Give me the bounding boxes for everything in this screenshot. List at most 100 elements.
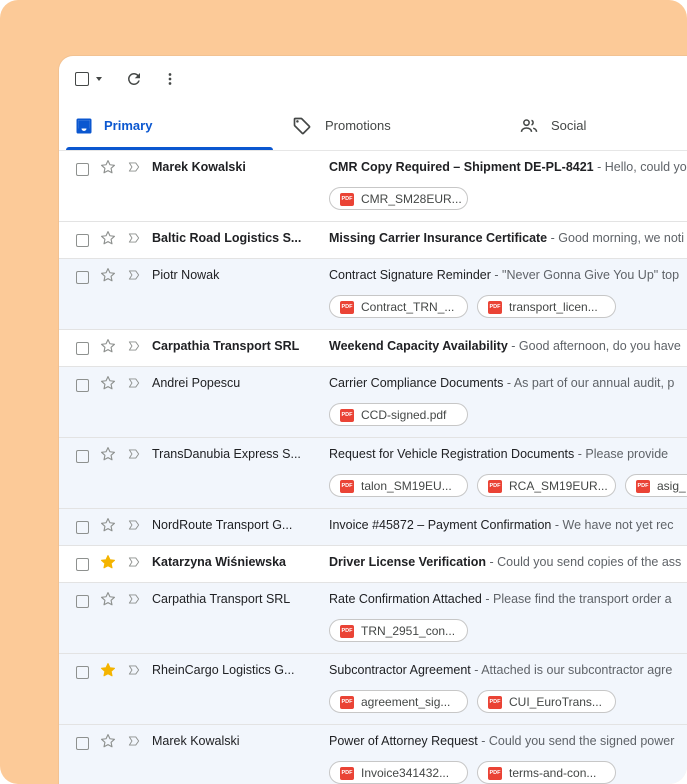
- attachment-chip[interactable]: PDF agreement_sig...: [329, 690, 468, 713]
- attachment-filename: Invoice341432...: [361, 766, 450, 780]
- email-row[interactable]: Marek Kowalski CMR Copy Required – Shipme…: [59, 151, 687, 222]
- toolbar: [59, 56, 687, 102]
- email-row[interactable]: Piotr Nowak Contract Signature Reminder -…: [59, 259, 687, 330]
- pdf-file-icon: PDF: [340, 193, 354, 206]
- email-subject: CMR Copy Required – Shipment DE-PL-8421: [329, 160, 594, 174]
- pdf-file-icon: PDF: [340, 409, 354, 422]
- email-row[interactable]: Carpathia Transport SRL Rate Confirmation…: [59, 583, 687, 654]
- email-row[interactable]: NordRoute Transport G... Invoice #45872 –…: [59, 509, 687, 546]
- email-subject: Contract Signature Reminder: [329, 268, 491, 282]
- star-icon[interactable]: [99, 374, 117, 392]
- tab-primary[interactable]: Primary: [74, 102, 274, 150]
- attachment-filename: TRN_2951_con...: [361, 624, 456, 638]
- sender-name: Marek Kowalski: [152, 160, 246, 174]
- importance-marker-icon[interactable]: [127, 447, 141, 461]
- tab-label: Promotions: [325, 118, 391, 133]
- star-icon[interactable]: [99, 516, 117, 534]
- row-checkbox[interactable]: [76, 521, 89, 534]
- email-row[interactable]: RheinCargo Logistics G... Subcontractor A…: [59, 654, 687, 725]
- pdf-file-icon: PDF: [636, 480, 650, 493]
- row-checkbox[interactable]: [76, 271, 89, 284]
- sender-name: TransDanubia Express S...: [152, 447, 301, 461]
- importance-marker-icon[interactable]: [127, 518, 141, 532]
- attachment-chips: PDF talon_SM19EU... PDF RCA_SM19EUR... PDF as…: [329, 474, 687, 500]
- importance-marker-icon[interactable]: [127, 555, 141, 569]
- star-icon[interactable]: [99, 732, 117, 750]
- tab-label: Primary: [104, 118, 153, 133]
- pdf-file-icon: PDF: [340, 625, 354, 638]
- email-row[interactable]: TransDanubia Express S... Request for Veh…: [59, 438, 687, 509]
- attachment-chip[interactable]: PDF TRN_2951_con...: [329, 619, 468, 642]
- attachment-chip[interactable]: PDF CCD-signed.pdf: [329, 403, 468, 426]
- select-all-checkbox[interactable]: [75, 72, 89, 86]
- attachment-chips: PDF agreement_sig... PDF CUI_EuroTrans...: [329, 690, 687, 716]
- importance-marker-icon[interactable]: [127, 268, 141, 282]
- tab-social[interactable]: Social: [519, 102, 687, 150]
- row-checkbox[interactable]: [76, 450, 89, 463]
- attachment-filename: Contract_TRN_...: [361, 300, 455, 314]
- star-icon[interactable]: [99, 158, 117, 176]
- attachment-chip[interactable]: PDF Invoice341432...: [329, 761, 468, 784]
- importance-marker-icon[interactable]: [127, 663, 141, 677]
- row-checkbox[interactable]: [76, 234, 89, 247]
- row-checkbox[interactable]: [76, 163, 89, 176]
- row-checkbox[interactable]: [76, 666, 89, 679]
- attachment-chip[interactable]: PDF asig_: [625, 474, 687, 497]
- row-checkbox[interactable]: [76, 342, 89, 355]
- subject-separator: -: [550, 231, 555, 245]
- email-subject: Weekend Capacity Availability: [329, 339, 508, 353]
- row-checkbox[interactable]: [76, 558, 89, 571]
- select-dropdown-caret-icon[interactable]: [96, 77, 102, 81]
- attachment-filename: CUI_EuroTrans...: [509, 695, 602, 709]
- subject-separator: -: [577, 447, 582, 461]
- attachment-chip[interactable]: PDF terms-and-con...: [477, 761, 616, 784]
- refresh-icon[interactable]: [125, 70, 143, 88]
- active-tab-indicator: [66, 147, 273, 150]
- pdf-file-icon: PDF: [488, 767, 502, 780]
- importance-marker-icon[interactable]: [127, 376, 141, 390]
- email-summary: Carrier Compliance Documents - As part o…: [329, 376, 687, 390]
- star-icon[interactable]: [99, 229, 117, 247]
- attachment-chip[interactable]: PDF RCA_SM19EUR...: [477, 474, 616, 497]
- email-row[interactable]: Andrei Popescu Carrier Compliance Documen…: [59, 367, 687, 438]
- subject-separator: -: [597, 160, 602, 174]
- sender-name: Piotr Nowak: [152, 268, 220, 282]
- importance-marker-icon[interactable]: [127, 160, 141, 174]
- email-snippet: Hello, could you: [604, 160, 687, 174]
- attachment-chip[interactable]: PDF CUI_EuroTrans...: [477, 690, 616, 713]
- attachment-chip[interactable]: PDF Contract_TRN_...: [329, 295, 468, 318]
- importance-marker-icon[interactable]: [127, 339, 141, 353]
- star-icon[interactable]: [99, 661, 117, 679]
- email-row[interactable]: Katarzyna Wiśniewska Driver License Verif…: [59, 546, 687, 583]
- star-icon[interactable]: [99, 553, 117, 571]
- sender-name: RheinCargo Logistics G...: [152, 663, 295, 677]
- star-icon[interactable]: [99, 337, 117, 355]
- importance-marker-icon[interactable]: [127, 734, 141, 748]
- email-row[interactable]: Carpathia Transport SRL Weekend Capacity …: [59, 330, 687, 367]
- star-icon[interactable]: [99, 266, 117, 284]
- importance-marker-icon[interactable]: [127, 231, 141, 245]
- email-summary: Missing Carrier Insurance Certificate - …: [329, 231, 687, 245]
- tab-promotions[interactable]: Promotions: [292, 102, 492, 150]
- row-checkbox[interactable]: [76, 595, 89, 608]
- importance-marker-icon[interactable]: [127, 592, 141, 606]
- more-vertical-icon[interactable]: [161, 70, 179, 88]
- attachment-chip[interactable]: PDF transport_licen...: [477, 295, 616, 318]
- row-checkbox[interactable]: [76, 737, 89, 750]
- email-snippet: We have not yet rec: [562, 518, 674, 532]
- attachment-chip[interactable]: PDF talon_SM19EU...: [329, 474, 468, 497]
- email-summary: Request for Vehicle Registration Documen…: [329, 447, 687, 461]
- email-summary: Driver License Verification - Could you …: [329, 555, 687, 569]
- email-summary: CMR Copy Required – Shipment DE-PL-8421 …: [329, 160, 687, 174]
- attachment-chip[interactable]: PDF CMR_SM28EUR...: [329, 187, 468, 210]
- star-icon[interactable]: [99, 445, 117, 463]
- sender-name: Marek Kowalski: [152, 734, 240, 748]
- email-row[interactable]: Marek Kowalski Power of Attorney Request …: [59, 725, 687, 784]
- row-checkbox[interactable]: [76, 379, 89, 392]
- email-row[interactable]: Baltic Road Logistics S... Missing Carrie…: [59, 222, 687, 259]
- subject-separator: -: [481, 734, 486, 748]
- attachment-filename: CMR_SM28EUR...: [361, 192, 461, 206]
- email-snippet: "Never Gonna Give You Up" top: [502, 268, 680, 282]
- star-icon[interactable]: [99, 590, 117, 608]
- pdf-file-icon: PDF: [340, 696, 354, 709]
